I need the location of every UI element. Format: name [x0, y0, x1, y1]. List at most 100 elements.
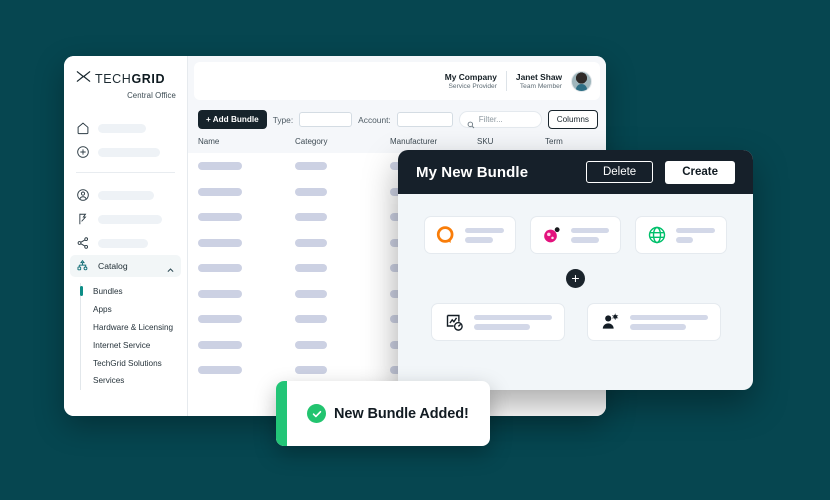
table-cell: [295, 238, 390, 247]
cell-skeleton: [198, 289, 242, 298]
cell-skeleton: [198, 340, 242, 349]
sidebar-nav: Catalog Bundles Apps Hardware & Licensin…: [64, 116, 187, 416]
toast-notification[interactable]: New Bundle Added!: [276, 381, 490, 446]
cell-skeleton: [295, 264, 327, 272]
table-cell: [295, 340, 390, 349]
sidebar-label-skeleton: [98, 190, 154, 200]
sidebar-item-internet-service[interactable]: Internet Service: [81, 336, 187, 354]
table-cell: [295, 289, 390, 298]
toast-accent-stripe: [276, 381, 287, 446]
bundle-item-card[interactable]: [635, 216, 728, 254]
modal-header: My New Bundle Delete Create: [398, 150, 753, 194]
card-text-skeleton: [570, 227, 610, 243]
avatar[interactable]: [571, 70, 592, 92]
table-toolbar: + Add Bundle Type: Account: Filter... Co…: [188, 100, 606, 137]
card-text-skeleton: [473, 314, 552, 330]
table-cell: [295, 264, 390, 272]
cell-skeleton: [295, 366, 327, 374]
sidebar-item-apps[interactable]: Apps: [81, 301, 187, 319]
org-info: My Company Service Provider: [445, 72, 497, 91]
cell-skeleton: [198, 264, 242, 272]
column-header-category[interactable]: Category: [295, 137, 390, 146]
column-header-term[interactable]: Term: [545, 137, 596, 146]
bundle-item-row-2: [424, 303, 727, 341]
sidebar-group-catalog[interactable]: Catalog: [70, 255, 181, 277]
brand-subtitle: Central Office: [127, 91, 176, 100]
create-button[interactable]: Create: [665, 160, 735, 184]
account-label: Account:: [358, 114, 391, 125]
account-input[interactable]: [396, 112, 453, 127]
sidebar-item-services[interactable]: Services: [81, 372, 187, 390]
table-cell: [295, 162, 390, 170]
column-header-name[interactable]: Name: [198, 137, 295, 146]
user-circle-icon: [76, 188, 90, 202]
user-role: Team Member: [519, 83, 562, 91]
sidebar-label-skeleton: [98, 238, 148, 248]
sidebar-item-hardware-licensing[interactable]: Hardware & Licensing: [81, 319, 187, 337]
orange-a-logo-icon: [436, 225, 456, 245]
columns-button[interactable]: Columns: [547, 110, 598, 129]
chevron-up-icon[interactable]: [166, 262, 175, 272]
analytics-chart-icon: [444, 312, 464, 332]
sidebar-item-bundles[interactable]: Bundles: [79, 283, 187, 301]
table-cell: [295, 315, 390, 323]
sidebar-item-share[interactable]: [64, 231, 187, 255]
toast-message: New Bundle Added!: [334, 405, 469, 422]
sidebar-label-skeleton: [98, 147, 160, 157]
user-settings-icon: [600, 312, 620, 332]
cell-skeleton: [295, 238, 327, 247]
card-text-skeleton: [629, 314, 708, 330]
sidebar-group-label: Catalog: [98, 261, 128, 271]
bundle-item-card[interactable]: [529, 216, 622, 254]
table-cell: [198, 264, 295, 272]
sidebar-item-techgrid-solutions[interactable]: TechGrid Solutions: [81, 354, 187, 372]
add-bundle-item-button[interactable]: +: [566, 269, 585, 288]
org-name: My Company: [444, 71, 497, 82]
column-header-sku[interactable]: SKU: [477, 137, 545, 146]
cell-skeleton: [295, 340, 327, 349]
home-icon: [76, 121, 90, 135]
user-info[interactable]: Janet Shaw Team Member: [516, 72, 562, 91]
top-bar: My Company Service Provider Janet Shaw T…: [194, 62, 600, 100]
modal-body: +: [398, 194, 753, 390]
cell-skeleton: [198, 366, 242, 374]
toast-content: New Bundle Added!: [287, 404, 469, 423]
sidebar-label-skeleton: [98, 123, 146, 133]
sidebar-item-activity[interactable]: [64, 207, 187, 231]
plus-circle-icon: [76, 145, 90, 159]
sidebar-label-skeleton: [98, 214, 162, 224]
cell-skeleton: [295, 187, 327, 196]
add-bundle-button[interactable]: + Add Bundle: [198, 110, 267, 129]
table-cell: [198, 315, 295, 323]
search-icon: [467, 116, 475, 128]
sidebar-item-account[interactable]: [64, 183, 187, 207]
org-role: Service Provider: [448, 83, 497, 91]
pink-sphere-logo-icon: [542, 225, 562, 245]
brand-logo[interactable]: TECHGRID Central Office: [64, 70, 187, 100]
sidebar: TECHGRID Central Office Catalog Bundles …: [64, 56, 188, 416]
bolt-flag-icon: [76, 212, 90, 226]
column-header-manufacturer[interactable]: Manufacturer: [390, 137, 477, 146]
filter-field[interactable]: Filter...: [458, 111, 542, 128]
cell-skeleton: [295, 162, 327, 170]
sidebar-item-home[interactable]: [64, 116, 187, 140]
cell-skeleton: [198, 162, 242, 170]
type-label: Type:: [272, 114, 294, 125]
card-text-skeleton: [465, 227, 504, 243]
modal-title: My New Bundle: [416, 163, 529, 181]
sidebar-item-add[interactable]: [64, 140, 187, 164]
type-input[interactable]: [299, 112, 353, 127]
cell-skeleton: [198, 213, 242, 221]
table-cell: [198, 187, 295, 196]
table-cell: [198, 289, 295, 298]
table-cell: [198, 238, 295, 247]
bundle-item-card[interactable]: [586, 303, 721, 341]
delete-button[interactable]: Delete: [585, 161, 654, 183]
green-globe-icon: [647, 225, 667, 245]
bundle-item-card[interactable]: [430, 303, 565, 341]
cell-skeleton: [295, 315, 327, 323]
table-cell: [198, 213, 295, 221]
table-cell: [198, 366, 295, 374]
bundle-item-card[interactable]: [424, 216, 516, 254]
topbar-divider: [505, 71, 507, 91]
